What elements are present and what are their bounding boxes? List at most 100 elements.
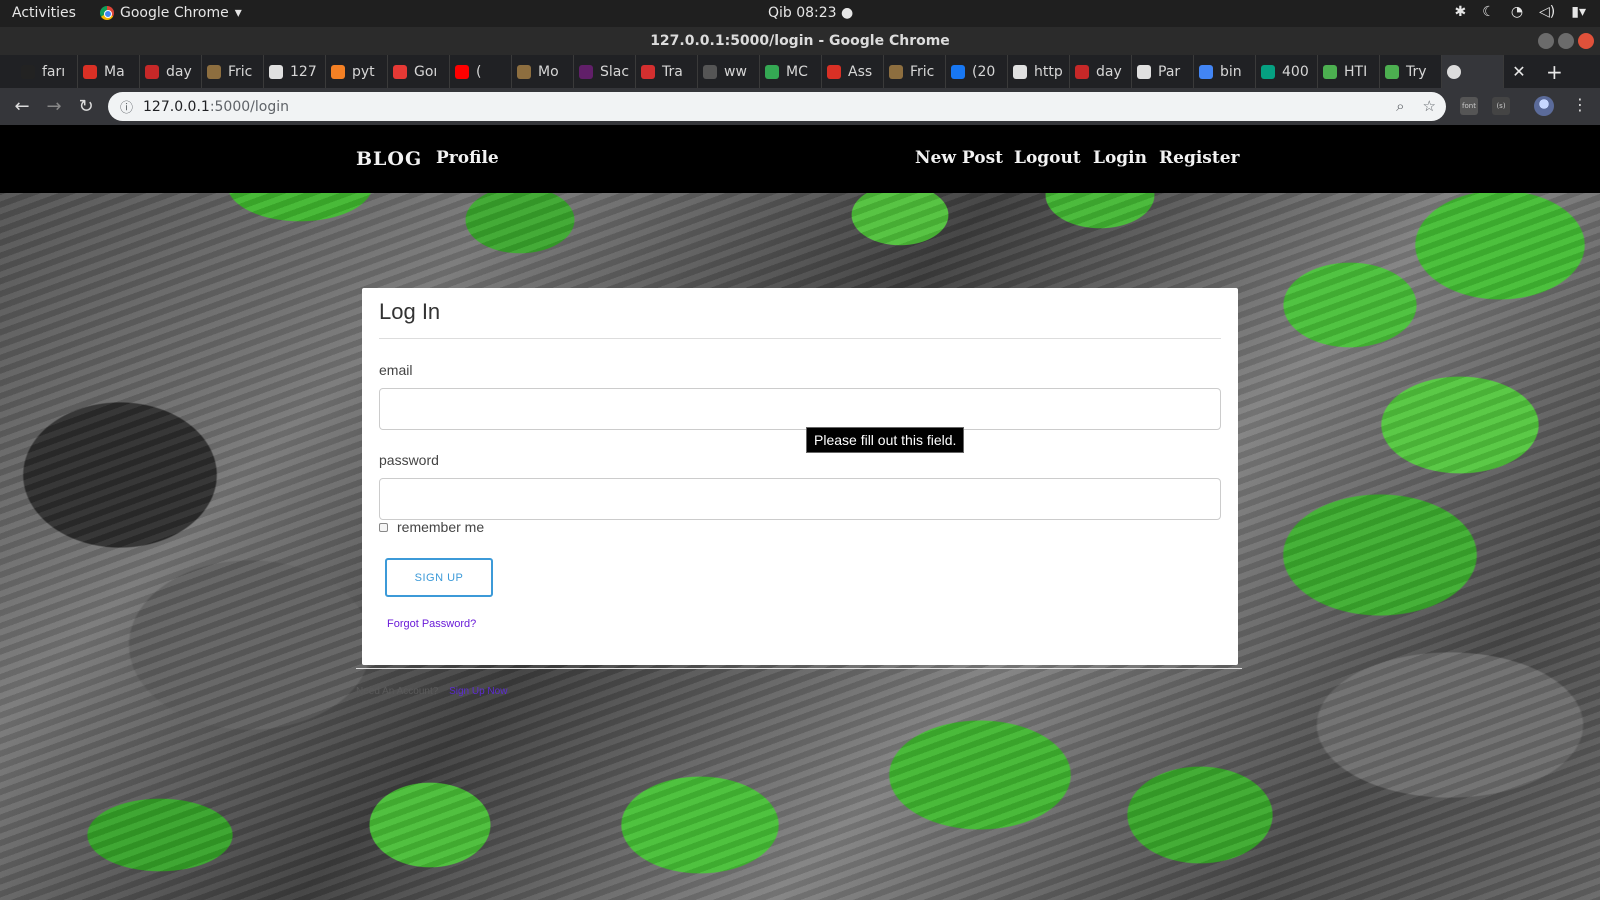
tab-active[interactable] <box>1442 55 1504 88</box>
browser-tab[interactable]: (20 <box>946 55 1008 88</box>
browser-tab[interactable]: Mo <box>512 55 574 88</box>
minimize-button[interactable] <box>1538 33 1554 49</box>
window-controls <box>1538 33 1594 49</box>
bluetooth-icon[interactable]: ✱ <box>1455 4 1467 20</box>
tab-favicon-icon <box>1323 64 1337 79</box>
browser-tab[interactable]: bin <box>1194 55 1256 88</box>
wifi-icon[interactable]: ◔ <box>1511 4 1523 20</box>
tab-favicon-icon <box>331 64 345 79</box>
info-icon[interactable]: ⓘ <box>120 97 133 116</box>
maximize-button[interactable] <box>1558 33 1574 49</box>
forward-icon[interactable]: → <box>38 96 70 117</box>
chrome-icon <box>100 6 114 20</box>
window-title: 127.0.0.1:5000/login - Google Chrome <box>650 33 950 49</box>
nav-login[interactable]: Login <box>1093 148 1147 168</box>
browser-tab[interactable]: Fric <box>884 55 946 88</box>
sign-up-button[interactable]: Sign Up <box>385 558 493 597</box>
tab-favicon-icon <box>83 64 97 79</box>
browser-tab[interactable]: day <box>140 55 202 88</box>
browser-tab[interactable]: farı <box>16 55 78 88</box>
tab-label: 127 <box>290 63 317 80</box>
nav-brand[interactable]: BLOG <box>356 148 422 170</box>
url-path: :5000/login <box>209 98 289 115</box>
browser-tab[interactable]: ww <box>698 55 760 88</box>
clock[interactable]: Qib 08:23 ● <box>768 5 853 21</box>
browser-tab[interactable]: Par <box>1132 55 1194 88</box>
tab-label: day <box>166 63 192 80</box>
nav-profile[interactable]: Profile <box>436 148 499 168</box>
tab-label: bin <box>1220 63 1242 80</box>
os-top-bar: Activities Google Chrome ▾ Qib 08:23 ● ✱… <box>0 0 1600 27</box>
browser-tab[interactable]: pyt <box>326 55 388 88</box>
login-card: Log In email password Please fill out th… <box>362 288 1238 665</box>
tab-label: Fric <box>228 63 253 80</box>
bookmark-star-icon[interactable]: ☆ <box>1423 97 1436 115</box>
browser-tab[interactable]: HTI <box>1318 55 1380 88</box>
tab-label: Par <box>1158 63 1181 80</box>
browser-tab[interactable]: Fric <box>202 55 264 88</box>
tab-favicon-icon <box>1261 64 1275 79</box>
browser-tab[interactable]: Slac <box>574 55 636 88</box>
browser-tab[interactable]: Ma <box>78 55 140 88</box>
reload-icon[interactable]: ↻ <box>70 96 102 117</box>
tab-label: day <box>1096 63 1122 80</box>
tab-label: Ass <box>848 63 873 80</box>
tab-favicon-icon <box>517 64 531 79</box>
tab-favicon-icon <box>951 64 965 79</box>
browser-tab[interactable]: 400 <box>1256 55 1318 88</box>
browser-toolbar: ← → ↻ ⓘ 127.0.0.1:5000/login ⌕ ☆ font (s… <box>0 88 1600 125</box>
password-field[interactable] <box>379 478 1221 520</box>
zoom-icon[interactable]: ⌕ <box>1396 97 1404 115</box>
tab-favicon-icon <box>1013 64 1027 79</box>
browser-tab[interactable]: MC <box>760 55 822 88</box>
email-field[interactable] <box>379 388 1221 430</box>
browser-tab[interactable]: ( <box>450 55 512 88</box>
activities-button[interactable]: Activities <box>12 5 76 21</box>
need-account-label: Need An Account? <box>356 686 439 697</box>
night-light-icon[interactable]: ☾ <box>1482 4 1495 20</box>
nav-new-post[interactable]: New Post <box>915 148 1003 168</box>
remember-label: remember me <box>397 519 485 535</box>
browser-tab[interactable]: 127 <box>264 55 326 88</box>
close-window-button[interactable] <box>1578 33 1594 49</box>
chevron-down-icon: ▾ <box>234 5 242 21</box>
forgot-password-link[interactable]: Forgot Password? <box>387 618 476 630</box>
font-extension-icon[interactable]: font <box>1460 97 1478 115</box>
sign-up-now-link[interactable]: Sign Up Now <box>449 686 507 697</box>
nav-logout[interactable]: Logout <box>1014 148 1081 168</box>
tab-favicon-icon <box>455 64 469 79</box>
app-menu[interactable]: Google Chrome ▾ <box>100 5 242 21</box>
tab-favicon-icon <box>827 64 841 79</box>
tab-label: Fric <box>910 63 935 80</box>
tab-label: MC <box>786 63 808 80</box>
new-tab-button[interactable]: + <box>1546 60 1563 84</box>
back-icon[interactable]: ← <box>6 96 38 117</box>
tab-favicon-icon <box>21 64 35 79</box>
system-tray[interactable]: ✱ ☾ ◔ ◁) ▮▾ <box>1455 4 1586 20</box>
browser-tab[interactable]: Ass <box>822 55 884 88</box>
browser-tab[interactable]: http <box>1008 55 1070 88</box>
email-label: email <box>379 362 413 378</box>
browser-tab[interactable]: Try <box>1380 55 1442 88</box>
tab-label: Goı <box>414 63 438 80</box>
tab-favicon-icon <box>145 64 159 79</box>
address-bar[interactable]: ⓘ 127.0.0.1:5000/login ⌕ ☆ <box>108 92 1446 121</box>
tab-favicon-icon <box>393 64 407 79</box>
volume-icon[interactable]: ◁) <box>1539 4 1555 20</box>
browser-tab[interactable]: Tra <box>636 55 698 88</box>
close-tab-icon[interactable]: ✕ <box>1504 62 1534 81</box>
tab-favicon-icon <box>1385 64 1399 79</box>
form-title: Log In <box>379 299 1221 339</box>
battery-icon[interactable]: ▮▾ <box>1571 4 1586 20</box>
tab-label: Ma <box>104 63 125 80</box>
profile-avatar[interactable] <box>1534 96 1554 116</box>
remember-me[interactable]: remember me <box>379 519 484 535</box>
tab-label: HTI <box>1344 63 1368 80</box>
extension-icon[interactable]: (s) <box>1492 97 1510 115</box>
remember-checkbox[interactable] <box>379 522 388 532</box>
browser-tab[interactable]: day <box>1070 55 1132 88</box>
nav-register[interactable]: Register <box>1159 148 1239 168</box>
browser-tab[interactable]: Goı <box>388 55 450 88</box>
menu-icon[interactable]: ⋮ <box>1572 95 1588 114</box>
tab-favicon-icon <box>207 64 221 79</box>
